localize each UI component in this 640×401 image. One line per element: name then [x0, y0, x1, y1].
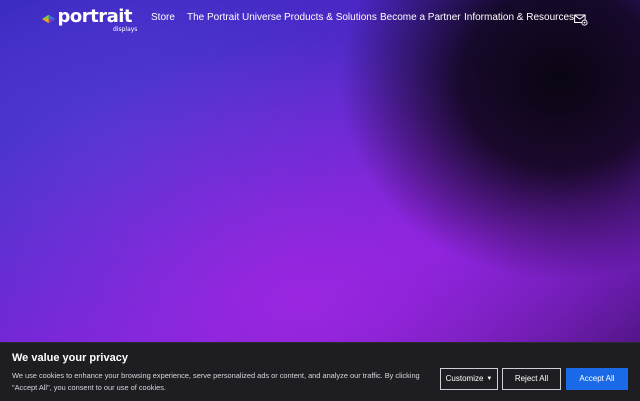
nav-item-portrait-universe[interactable]: The Portrait Universe: [187, 12, 281, 24]
mail-gear-icon[interactable]: [574, 14, 588, 26]
cookie-title: We value your privacy: [12, 352, 128, 364]
nav-item-information-resources[interactable]: Information & Resources: [464, 12, 574, 24]
logo-mark-icon: [42, 14, 56, 24]
customize-button[interactable]: Customize ▼: [440, 368, 498, 390]
cookie-description: We use cookies to enhance your browsing …: [12, 371, 420, 392]
portrait-logo[interactable]: portrait displays: [42, 6, 137, 33]
logo-wordmark: portrait: [57, 6, 132, 27]
caret-down-icon: ▼: [486, 376, 493, 382]
nav-item-products-solutions[interactable]: Products & Solutions: [284, 12, 377, 24]
reject-all-button[interactable]: Reject All: [502, 368, 561, 390]
accept-all-button[interactable]: Accept All: [566, 368, 628, 390]
site-header: portrait displays Store The Portrait Uni…: [0, 0, 640, 40]
nav-item-become-partner[interactable]: Become a Partner: [380, 12, 461, 24]
nav-item-store[interactable]: Store: [151, 12, 175, 24]
customize-label: Customize: [445, 374, 484, 383]
logo-subtitle: displays: [113, 26, 138, 33]
hero-background: [0, 0, 640, 400]
